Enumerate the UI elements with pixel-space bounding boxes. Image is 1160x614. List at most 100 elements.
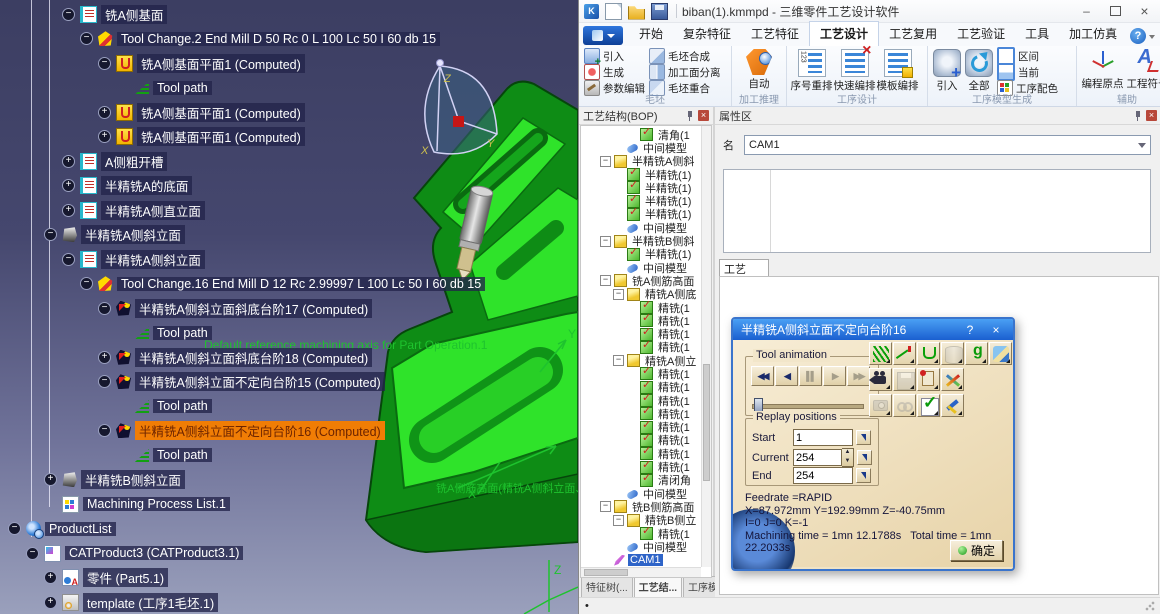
tree-expander-icon[interactable] (80, 277, 93, 290)
node-label[interactable]: A侧粗开槽 (101, 152, 167, 171)
ribbon-big-button[interactable]: 自动 (737, 48, 781, 91)
chevron-down-icon[interactable] (1149, 35, 1155, 39)
ribbon-big-button[interactable]: 工程符号 (1125, 48, 1160, 91)
spec-tree-node[interactable]: ProductList (0, 517, 578, 542)
dialog-tool-button[interactable] (869, 394, 892, 417)
tree-expander-icon[interactable] (44, 228, 57, 241)
node-label[interactable]: template (工序1毛坯.1) (83, 593, 218, 612)
node-label[interactable]: Tool path (153, 326, 212, 340)
spec-tree-node[interactable]: 半精铣A侧斜立面不定向台阶15 (Computed) (0, 370, 578, 395)
tree-expander-icon[interactable] (26, 547, 39, 560)
playback-button[interactable]: ◀ (775, 366, 798, 386)
spec-tree-node[interactable]: Tool path (0, 321, 578, 346)
spec-tree-node[interactable]: 零件 (Part5.1) (0, 566, 578, 591)
dialog-tool-button[interactable] (869, 342, 892, 365)
sub-panel-tab[interactable]: 工艺 (719, 259, 769, 277)
save-icon[interactable] (651, 3, 668, 20)
ribbon-big-button[interactable]: 序号重排 (790, 48, 833, 93)
node-label[interactable]: Tool Change.2 End Mill D 50 Rc 0 L 100 L… (117, 32, 440, 46)
spec-tree-node[interactable]: 半精铣A侧斜立面斜底台阶18 (Computed) (0, 345, 578, 370)
tree-expander-icon[interactable] (600, 236, 611, 247)
dialog-help-button[interactable]: ? (961, 323, 979, 337)
tree-expander-icon[interactable] (8, 522, 21, 535)
ribbon-button[interactable]: 生成 (582, 64, 647, 80)
dialog-title-bar[interactable]: 半精铣A侧斜立面不定向台阶16 ? × (733, 319, 1013, 340)
dialog-tool-button[interactable] (941, 342, 964, 365)
spec-tree-node[interactable]: 半精铣A侧直立面 (0, 198, 578, 223)
node-label[interactable]: Tool path (153, 81, 212, 95)
node-label[interactable]: 半精铣A侧斜立面斜底台阶17 (Computed) (135, 299, 372, 318)
node-label[interactable]: 半精铣B侧斜立面 (81, 470, 185, 489)
tree-expander-icon[interactable] (80, 32, 93, 45)
spec-tree-node[interactable]: A侧粗开槽 (0, 149, 578, 174)
spec-tree-node[interactable]: 半精铣A侧斜立面 (0, 247, 578, 272)
node-label[interactable]: 半精铣A侧斜立面 (81, 225, 185, 244)
spec-tree-node[interactable]: 半精铣A侧斜立面 (0, 223, 578, 248)
tree-expander-icon[interactable] (98, 351, 111, 364)
spec-tree-node[interactable]: 铣A侧基面 (0, 2, 578, 27)
node-label[interactable]: Tool path (153, 448, 212, 462)
node-label[interactable]: 半精铣A侧斜立面 (101, 250, 205, 269)
tree-expander-icon[interactable] (98, 106, 111, 119)
ribbon-tab[interactable]: 工具 (1015, 22, 1059, 46)
current-spinner[interactable]: ▲▼ (842, 448, 854, 467)
ribbon-big-button[interactable]: 全部 (963, 48, 995, 93)
node-label[interactable]: 半精铣A侧直立面 (101, 201, 205, 220)
playback-button[interactable]: ◀◀ (751, 366, 774, 386)
tree-expander-icon[interactable] (613, 289, 624, 300)
tree-expander-icon[interactable] (44, 596, 57, 609)
dialog-tool-button[interactable] (917, 342, 940, 365)
node-label[interactable]: 铣A侧基面平面1 (Computed) (137, 54, 305, 73)
playback-button[interactable]: ▶ (823, 366, 846, 386)
new-document-icon[interactable] (605, 3, 622, 20)
tree-expander-icon[interactable] (600, 501, 611, 512)
panel-close-icon[interactable] (1146, 110, 1157, 121)
spec-tree-node[interactable]: 铣A侧基面平面1 (Computed) (0, 100, 578, 125)
ribbon-tab[interactable]: 工艺复用 (879, 22, 947, 46)
dialog-tool-button[interactable] (893, 394, 916, 417)
playback-button[interactable]: ▶▶ (847, 366, 870, 386)
dialog-close-button[interactable]: × (987, 323, 1005, 337)
tree-expander-icon[interactable] (62, 253, 75, 266)
tree-expander-icon[interactable] (600, 275, 611, 286)
close-button[interactable]: × (1130, 1, 1159, 21)
ribbon-big-button[interactable]: 模板编排 (876, 48, 919, 93)
node-label[interactable]: 半精铣A侧斜立面斜底台阶18 (Computed) (135, 348, 372, 367)
panel-close-icon[interactable] (698, 110, 709, 121)
spec-tree-node[interactable]: Tool Change.16 End Mill D 12 Rc 2.99997 … (0, 272, 578, 297)
minimize-button[interactable]: – (1072, 1, 1101, 21)
dialog-tool-button[interactable] (869, 368, 892, 391)
properties-list[interactable] (723, 169, 1151, 253)
ribbon-big-button[interactable]: 编程原点 (1080, 48, 1125, 91)
dialog-tool-button[interactable] (989, 342, 1012, 365)
dialog-tool-button[interactable] (917, 368, 940, 391)
ribbon-button[interactable]: 毛坯合成 (647, 48, 723, 64)
tree-expander-icon[interactable] (98, 375, 111, 388)
spec-tree-node[interactable]: 半精铣B侧斜立面 (0, 468, 578, 493)
tree-expander-icon[interactable] (98, 302, 111, 315)
tree-expander-icon[interactable] (98, 57, 111, 70)
ribbon-button[interactable]: 引入 (582, 48, 647, 64)
dialog-tool-button[interactable] (917, 394, 940, 417)
node-label[interactable]: ProductList (45, 522, 116, 536)
scrollbar-thumb[interactable] (584, 569, 628, 576)
horizontal-scrollbar[interactable] (581, 567, 701, 577)
playback-button[interactable]: ▌▌ (799, 366, 822, 386)
vertical-scrollbar[interactable] (701, 126, 711, 567)
app-menu-button[interactable] (583, 26, 623, 45)
3d-viewport[interactable]: Z X Y Y X Z Default reference machining … (0, 0, 578, 614)
spec-tree-node[interactable]: 铣A侧基面平面1 (Computed) (0, 51, 578, 76)
spec-tree-node[interactable]: 半精铣A的底面 (0, 174, 578, 199)
ribbon-tab[interactable]: 工艺特征 (741, 22, 809, 46)
node-label[interactable]: Tool path (153, 399, 212, 413)
node-label[interactable]: 铣A侧基面平面1 (Computed) (137, 103, 305, 122)
ribbon-tab[interactable]: 工艺验证 (947, 22, 1015, 46)
spec-tree-node[interactable]: 半精铣A侧斜立面不定向台阶16 (Computed) (0, 419, 578, 444)
spec-tree-node[interactable]: 半精铣A侧斜立面斜底台阶17 (Computed) (0, 296, 578, 321)
ribbon-button[interactable]: 当前 (995, 64, 1060, 80)
dialog-tool-button[interactable] (941, 394, 964, 417)
start-picker-button[interactable] (856, 430, 871, 445)
dialog-tool-button[interactable] (893, 342, 916, 365)
node-label[interactable]: 半精铣A侧斜立面不定向台阶16 (Computed) (135, 421, 385, 440)
node-label[interactable]: Tool Change.16 End Mill D 12 Rc 2.99997 … (117, 277, 485, 291)
